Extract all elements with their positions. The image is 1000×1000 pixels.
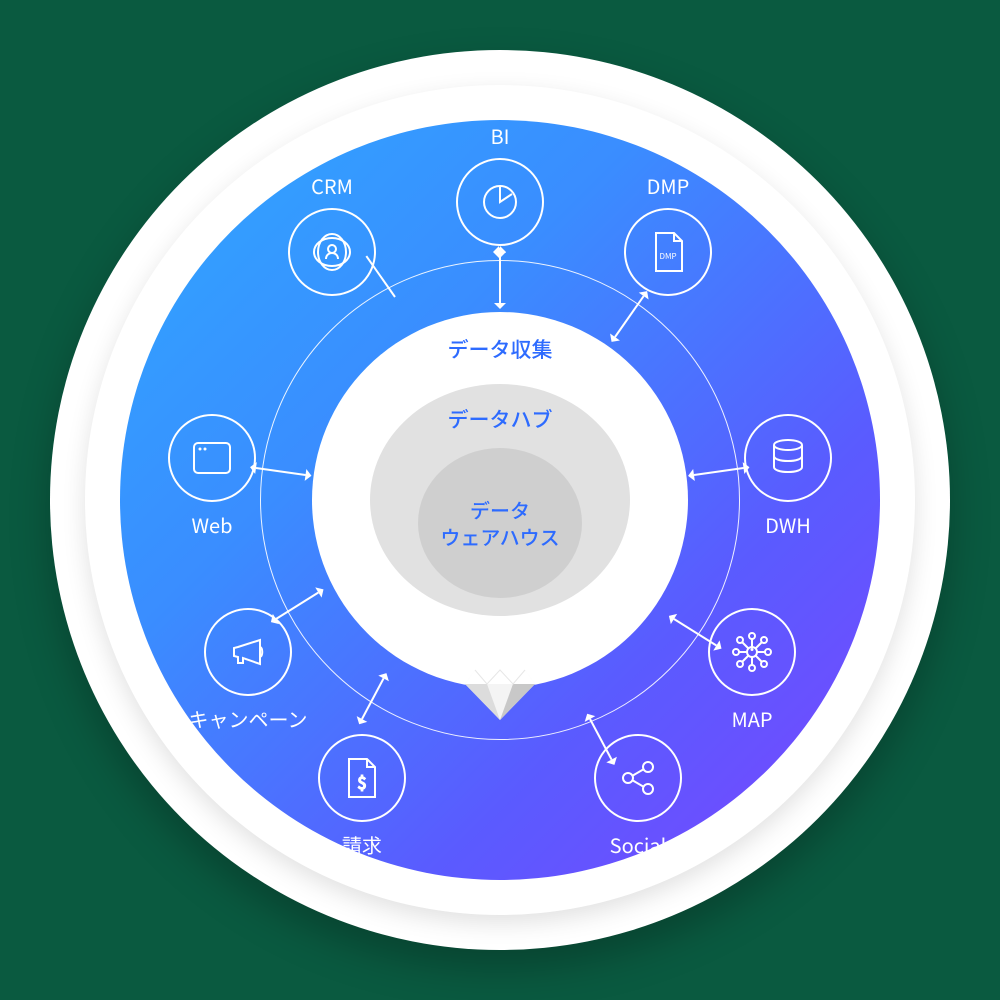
node-bi: BI <box>456 158 544 246</box>
data-collection-label: データ収集 <box>312 334 688 364</box>
share-icon <box>594 734 682 822</box>
crm-user-icon <box>288 208 376 296</box>
node-billing-label: 請求 <box>262 830 462 859</box>
node-web-label: Web <box>112 510 312 539</box>
data-warehouse-label: データウェアハウス <box>440 496 559 550</box>
node-dmp-label: DMP <box>568 171 768 200</box>
node-dwh-label: DWH <box>688 510 888 539</box>
node-web: Web <box>168 414 256 502</box>
node-crm: CRM <box>288 208 376 296</box>
svg-text:DMP: DMP <box>659 251 676 262</box>
node-map-label: MAP <box>652 704 852 733</box>
arrow-bi-v <box>499 253 501 303</box>
node-bi-label: BI <box>400 121 600 150</box>
diamond-icon <box>463 668 537 727</box>
node-dmp: DMP DMP <box>624 208 712 296</box>
node-campaign-label: キャンペーン <box>148 704 348 733</box>
data-hub-label: データハブ <box>370 404 630 434</box>
node-map: MAP <box>708 608 796 696</box>
node-campaign: キャンペーン <box>204 608 292 696</box>
node-crm-label: CRM <box>232 171 432 200</box>
svg-text:$: $ <box>358 770 367 794</box>
invoice-dollar-icon: $ <box>318 734 406 822</box>
node-billing: 請求 $ <box>318 734 406 822</box>
network-hub-icon <box>708 608 796 696</box>
data-warehouse-circle: データウェアハウス <box>418 448 582 598</box>
node-dwh: DWH <box>744 414 832 502</box>
pie-chart-icon <box>456 158 544 246</box>
browser-window-icon <box>168 414 256 502</box>
node-social-label: Social <box>538 830 738 859</box>
megaphone-icon <box>204 608 292 696</box>
node-social: Social <box>594 734 682 822</box>
file-dmp-icon: DMP <box>624 208 712 296</box>
database-icon <box>744 414 832 502</box>
